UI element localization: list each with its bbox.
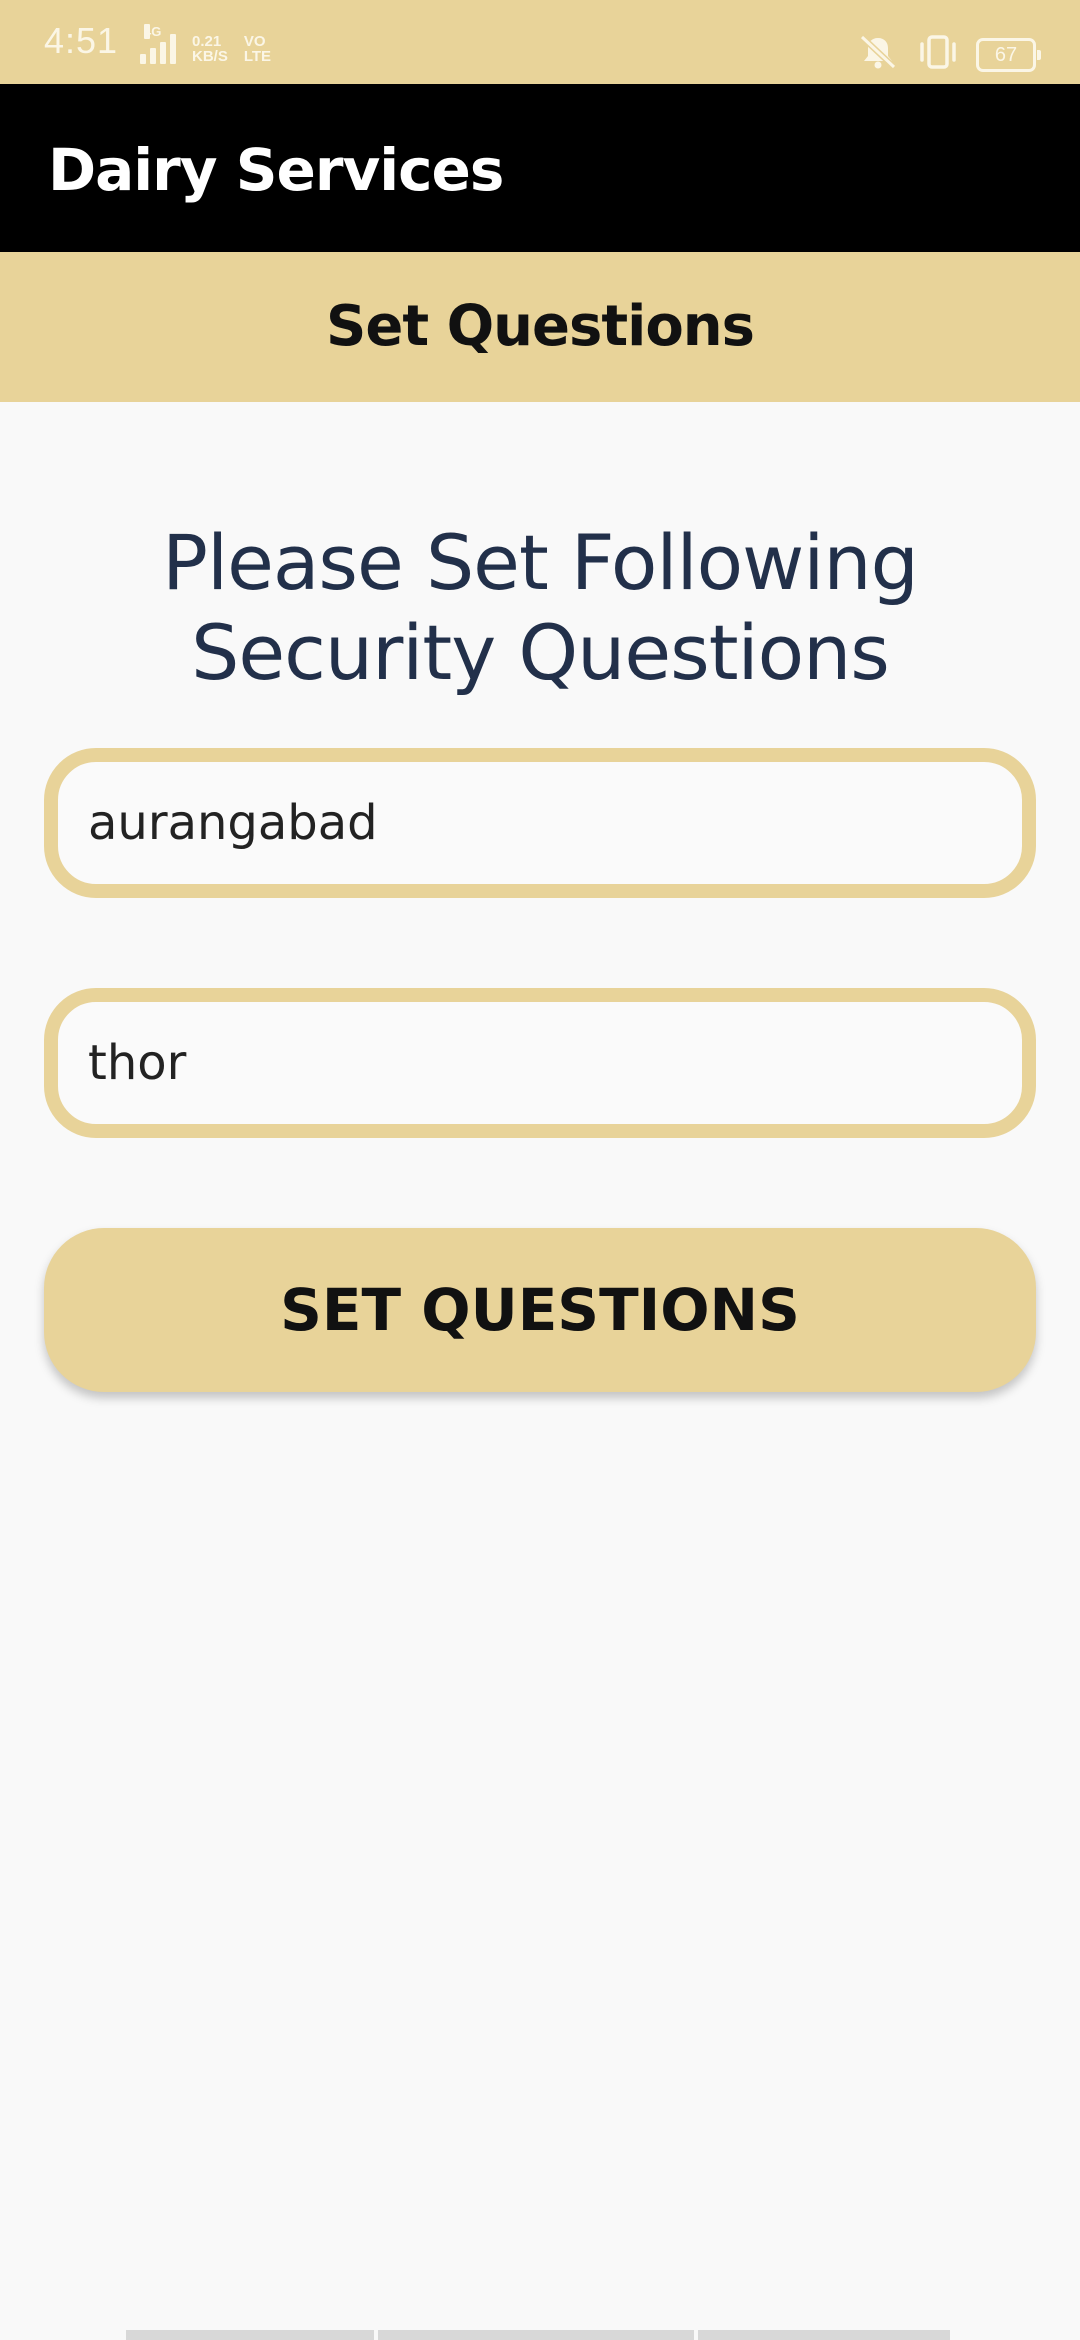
vibrate-icon <box>918 35 958 74</box>
nav-handle-left <box>126 2330 374 2340</box>
signal-icon: 4G <box>140 24 176 64</box>
nav-handle-center <box>378 2330 694 2340</box>
battery-icon: 67 <box>976 37 1041 72</box>
app-title: Dairy Services <box>48 136 504 204</box>
volte-top: VO <box>243 33 266 50</box>
status-left-icons: 4G 0.21 KB/S VO LTE <box>140 24 271 64</box>
network-type-label: 4G <box>144 24 162 39</box>
volte-indicator: VO LTE <box>244 34 271 64</box>
network-speed-value: 0.21 <box>192 33 222 50</box>
security-answer-field-1[interactable] <box>44 748 1036 898</box>
set-questions-button[interactable]: SET QUESTIONS <box>44 1228 1036 1392</box>
network-speed-unit: KB/S <box>192 48 228 65</box>
security-answer-input-2[interactable] <box>88 1002 988 1124</box>
mute-icon <box>856 34 900 75</box>
section-header: Set Questions <box>0 252 1080 402</box>
security-answer-field-2[interactable] <box>44 988 1036 1138</box>
network-speed: 0.21 KB/S <box>192 34 228 64</box>
status-time: 4:51 <box>44 20 119 61</box>
status-bar: 4:51 4G 0.21 KB/S VO LTE 67 <box>0 0 1080 84</box>
instructions-heading: Please Set Following Security Questions <box>162 518 919 697</box>
security-answer-input-1[interactable] <box>88 762 988 884</box>
app-bar: Dairy Services <box>0 84 1080 252</box>
status-right-icons: 67 <box>856 34 1041 75</box>
system-navigation-bar <box>126 2330 954 2340</box>
volte-bottom: LTE <box>243 48 272 65</box>
nav-handle-right <box>698 2330 950 2340</box>
